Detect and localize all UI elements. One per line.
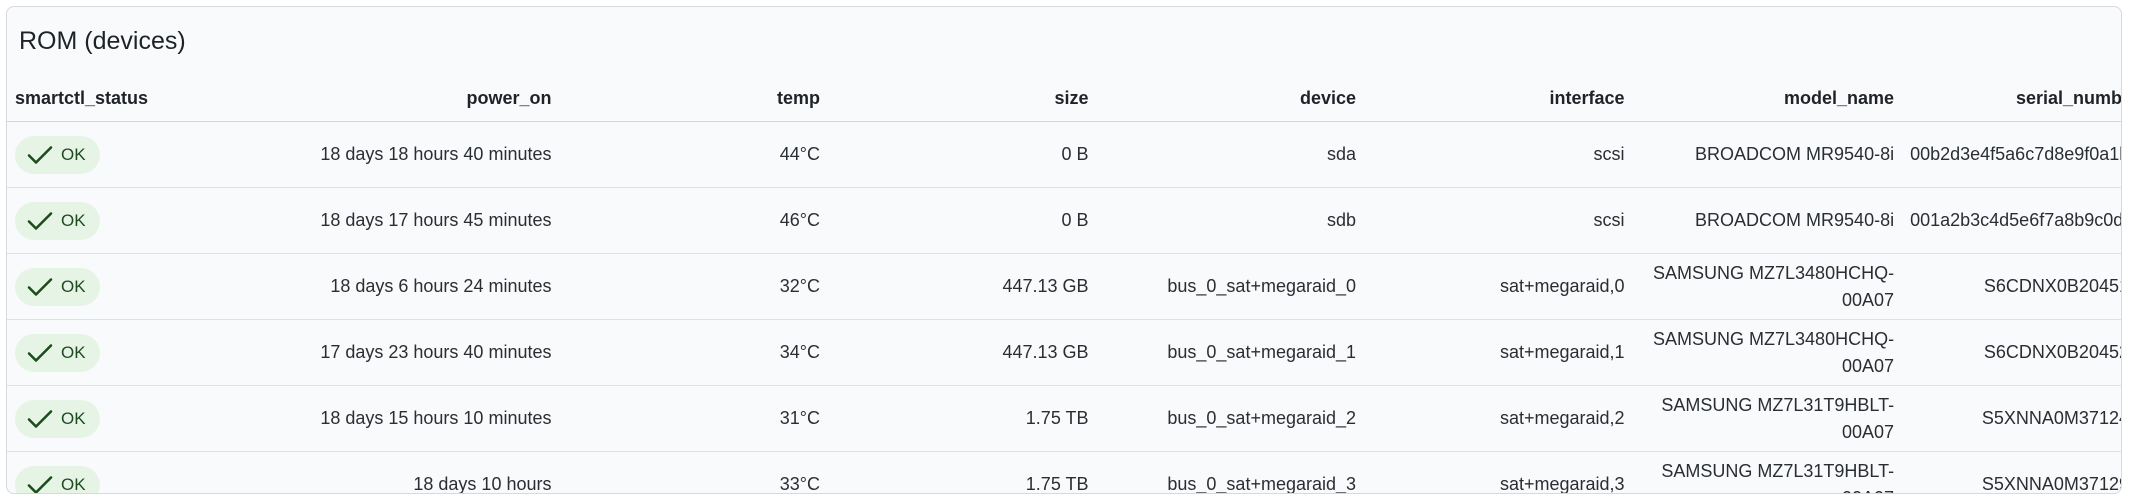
size-cell: 0 B bbox=[828, 187, 1097, 254]
device-cell: bus_0_sat+megaraid_1 bbox=[1096, 319, 1365, 386]
devices-panel: ROM (devices) smartctl_status power_on t… bbox=[6, 6, 2122, 494]
column-header-power-on[interactable]: power_on bbox=[145, 75, 560, 122]
status-badge: OK bbox=[15, 465, 100, 494]
serial-number-cell: 00b2d3e4f5a6c7d8e9f0a1b2c bbox=[1902, 121, 2121, 188]
model-name-cell: BROADCOM MR9540-8i bbox=[1632, 121, 1903, 188]
interface-cell: sat+megaraid,0 bbox=[1364, 253, 1633, 320]
status-cell: OK bbox=[7, 187, 146, 254]
device-cell: sdb bbox=[1096, 187, 1365, 254]
interface-cell: sat+megaraid,3 bbox=[1364, 451, 1633, 493]
model-name-cell: SAMSUNG MZ7L3480HCHQ-00A07 bbox=[1632, 253, 1903, 320]
temp-cell: 32°C bbox=[559, 253, 828, 320]
model-name-cell: SAMSUNG MZ7L31T9HBLT-00A07 bbox=[1632, 385, 1903, 452]
status-text: OK bbox=[61, 145, 86, 164]
size-cell: 1.75 TB bbox=[828, 451, 1097, 493]
check-icon bbox=[27, 277, 53, 297]
serial-number-cell: S6CDNX0B204513 bbox=[1902, 253, 2121, 320]
temp-cell: 34°C bbox=[559, 319, 828, 386]
power-on-cell: 18 days 15 hours 10 minutes bbox=[145, 385, 560, 452]
power-on-cell: 17 days 23 hours 40 minutes bbox=[145, 319, 560, 386]
serial-number-cell: S5XNNA0M371248 bbox=[1902, 385, 2121, 452]
devices-table-wrapper[interactable]: smartctl_status power_on temp size devic… bbox=[7, 75, 2121, 494]
size-cell: 0 B bbox=[828, 121, 1097, 188]
status-badge: OK bbox=[15, 201, 100, 240]
status-cell: OK bbox=[7, 319, 146, 386]
status-text: OK bbox=[61, 475, 86, 494]
table-row: OK 18 days 17 hours 45 minutes 46°C 0 B … bbox=[7, 187, 2121, 254]
device-cell: bus_0_sat+megaraid_2 bbox=[1096, 385, 1365, 452]
table-row: OK 18 days 15 hours 10 minutes 31°C 1.75… bbox=[7, 385, 2121, 452]
interface-cell: scsi bbox=[1364, 121, 1633, 188]
check-icon bbox=[27, 409, 53, 429]
column-header-size[interactable]: size bbox=[828, 75, 1097, 122]
column-header-serial-number[interactable]: serial_number bbox=[1902, 75, 2121, 122]
power-on-cell: 18 days 18 hours 40 minutes bbox=[145, 121, 560, 188]
check-icon bbox=[27, 145, 53, 165]
size-cell: 447.13 GB bbox=[828, 319, 1097, 386]
check-icon bbox=[27, 211, 53, 231]
status-text: OK bbox=[61, 343, 86, 362]
temp-cell: 46°C bbox=[559, 187, 828, 254]
column-header-model-name[interactable]: model_name bbox=[1632, 75, 1903, 122]
status-text: OK bbox=[61, 211, 86, 230]
check-icon bbox=[27, 475, 53, 493]
table-row: OK 17 days 23 hours 40 minutes 34°C 447.… bbox=[7, 319, 2121, 386]
column-header-smartctl-status[interactable]: smartctl_status bbox=[7, 75, 148, 122]
status-badge: OK bbox=[15, 267, 100, 306]
status-cell: OK bbox=[7, 385, 146, 452]
interface-cell: sat+megaraid,2 bbox=[1364, 385, 1633, 452]
size-cell: 447.13 GB bbox=[828, 253, 1097, 320]
device-cell: bus_0_sat+megaraid_0 bbox=[1096, 253, 1365, 320]
devices-table: smartctl_status power_on temp size devic… bbox=[7, 75, 2121, 494]
power-on-cell: 18 days 6 hours 24 minutes bbox=[145, 253, 560, 320]
column-header-device[interactable]: device bbox=[1096, 75, 1365, 122]
temp-cell: 33°C bbox=[559, 451, 828, 493]
check-icon bbox=[27, 343, 53, 363]
status-badge: OK bbox=[15, 333, 100, 372]
status-text: OK bbox=[61, 409, 86, 428]
temp-cell: 44°C bbox=[559, 121, 828, 188]
interface-cell: scsi bbox=[1364, 187, 1633, 254]
panel-title: ROM (devices) bbox=[19, 27, 186, 55]
status-cell: OK bbox=[7, 253, 146, 320]
serial-number-cell: S6CDNX0B204527 bbox=[1902, 319, 2121, 386]
power-on-cell: 18 days 17 hours 45 minutes bbox=[145, 187, 560, 254]
model-name-cell: SAMSUNG MZ7L3480HCHQ-00A07 bbox=[1632, 319, 1903, 386]
status-text: OK bbox=[61, 277, 86, 296]
table-row: OK 18 days 6 hours 24 minutes 32°C 447.1… bbox=[7, 253, 2121, 320]
table-header-row: smartctl_status power_on temp size devic… bbox=[7, 75, 2121, 122]
column-header-temp[interactable]: temp bbox=[559, 75, 828, 122]
table-row: OK 18 days 10 hours 33°C 1.75 TB bus_0_s… bbox=[7, 451, 2121, 494]
size-cell: 1.75 TB bbox=[828, 385, 1097, 452]
table-row: OK 18 days 18 hours 40 minutes 44°C 0 B … bbox=[7, 121, 2121, 188]
status-badge: OK bbox=[15, 135, 100, 174]
model-name-cell: SAMSUNG MZ7L31T9HBLT-00A07 bbox=[1632, 451, 1903, 493]
temp-cell: 31°C bbox=[559, 385, 828, 452]
device-cell: bus_0_sat+megaraid_3 bbox=[1096, 451, 1365, 493]
column-header-interface[interactable]: interface bbox=[1364, 75, 1633, 122]
status-badge: OK bbox=[15, 399, 100, 438]
serial-number-cell: S5XNNA0M371293 bbox=[1902, 451, 2121, 493]
status-cell: OK bbox=[7, 121, 146, 188]
model-name-cell: BROADCOM MR9540-8i bbox=[1632, 187, 1903, 254]
device-cell: sda bbox=[1096, 121, 1365, 188]
status-cell: OK bbox=[7, 451, 146, 494]
serial-number-cell: 001a2b3c4d5e6f7a8b9c0d1e2 bbox=[1902, 187, 2121, 254]
interface-cell: sat+megaraid,1 bbox=[1364, 319, 1633, 386]
power-on-cell: 18 days 10 hours bbox=[145, 451, 560, 493]
